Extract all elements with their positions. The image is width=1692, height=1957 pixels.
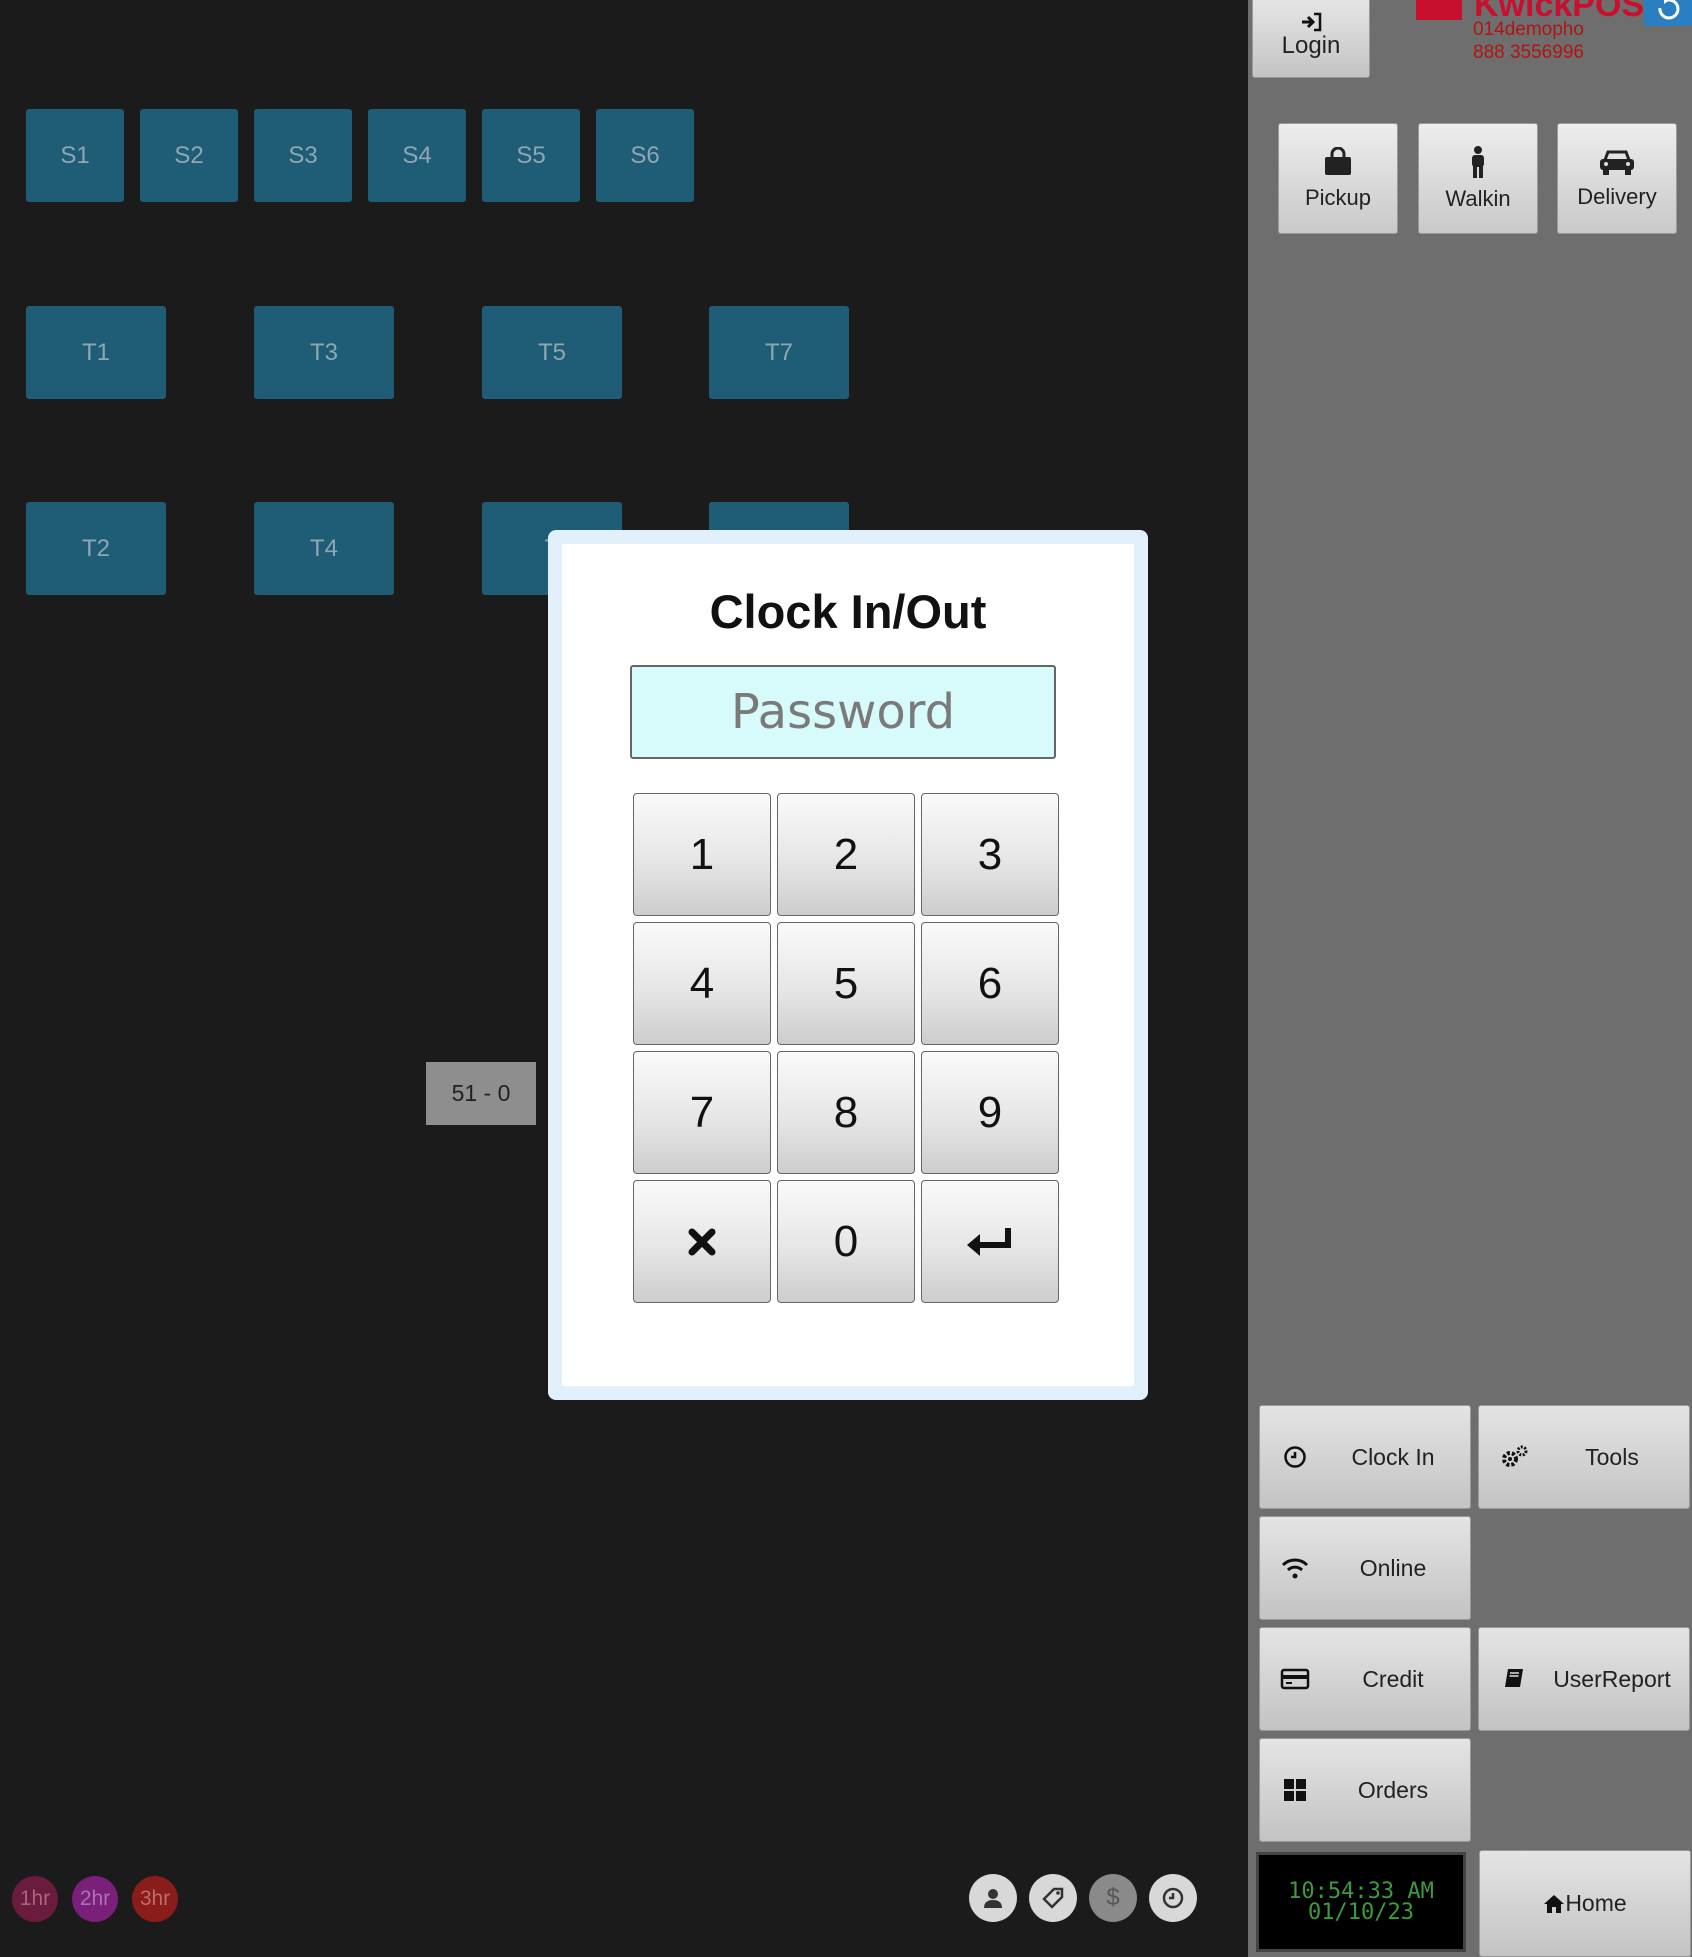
sync-button[interactable]	[1644, 0, 1692, 26]
orders-button[interactable]: Orders	[1259, 1738, 1471, 1842]
clock-in-button[interactable]: Clock In	[1259, 1405, 1471, 1509]
numeric-keypad: 1 2 3 4 5 6 7 8 9 0	[633, 793, 1061, 1303]
gears-icon	[1479, 1444, 1549, 1470]
pickup-button[interactable]: Pickup	[1278, 123, 1398, 234]
key-3[interactable]: 3	[921, 793, 1059, 916]
shopping-bag-icon	[1325, 146, 1351, 175]
seat-s1[interactable]: S1	[26, 109, 124, 202]
store-phone: 888 3556996	[1473, 42, 1584, 63]
clock-display: 10:54:33 AM 01/10/23	[1256, 1852, 1466, 1952]
table-t4[interactable]: T4	[254, 502, 394, 595]
seat-s3[interactable]: S3	[254, 109, 352, 202]
walkin-label: Walkin	[1445, 185, 1511, 211]
key-4[interactable]: 4	[633, 922, 771, 1045]
store-info: 014demopho 888 3556996	[1473, 18, 1584, 64]
seat-s4[interactable]: S4	[368, 109, 466, 202]
key-1[interactable]: 1	[633, 793, 771, 916]
clock-icon[interactable]	[1149, 1874, 1197, 1922]
dialog-body: Clock In/Out 1 2 3 4 5 6 7 8 9 0	[562, 544, 1134, 1386]
delivery-button[interactable]: Delivery	[1557, 123, 1677, 234]
key-8[interactable]: 8	[777, 1051, 915, 1174]
clock-icon	[1260, 1445, 1330, 1469]
refresh-icon	[1658, 0, 1680, 20]
user-icon[interactable]	[969, 1874, 1017, 1922]
clock-date: 01/10/23	[1308, 1900, 1414, 1925]
tag-icon[interactable]	[1029, 1874, 1077, 1922]
password-input[interactable]	[630, 665, 1056, 759]
tools-label: Tools	[1585, 1443, 1639, 1470]
user-report-label: UserReport	[1553, 1665, 1671, 1692]
key-6[interactable]: 6	[921, 922, 1059, 1045]
sign-in-icon	[1302, 12, 1322, 32]
wifi-icon	[1260, 1557, 1330, 1579]
table-t1[interactable]: T1	[26, 306, 166, 399]
dollar-icon[interactable]: $	[1089, 1874, 1137, 1922]
seat-count-label: 51 - 0	[426, 1062, 536, 1125]
timer-1hr-button[interactable]: 1hr	[12, 1876, 58, 1922]
pickup-label: Pickup	[1304, 184, 1372, 210]
login-label: Login	[1281, 32, 1341, 59]
seat-s6[interactable]: S6	[596, 109, 694, 202]
key-2[interactable]: 2	[777, 793, 915, 916]
clock-in-label: Clock In	[1351, 1443, 1435, 1470]
clear-key[interactable]	[633, 1180, 771, 1303]
grid-icon	[1260, 1778, 1330, 1802]
car-icon	[1600, 150, 1634, 175]
online-label: Online	[1359, 1554, 1427, 1581]
home-button[interactable]: Home	[1479, 1850, 1691, 1957]
orders-label: Orders	[1357, 1776, 1429, 1803]
table-t2[interactable]: T2	[26, 502, 166, 595]
key-7[interactable]: 7	[633, 1051, 771, 1174]
person-icon	[1472, 145, 1484, 178]
key-0[interactable]: 0	[777, 1180, 915, 1303]
seat-s5[interactable]: S5	[482, 109, 580, 202]
user-report-button[interactable]: UserReport	[1478, 1627, 1690, 1731]
dialog-title: Clock In/Out	[709, 585, 987, 638]
store-id: 014demopho	[1473, 19, 1584, 40]
tools-button[interactable]: Tools	[1478, 1405, 1690, 1509]
credit-card-icon	[1260, 1668, 1330, 1690]
enter-icon	[967, 1227, 1011, 1256]
table-t5[interactable]: T5	[482, 306, 622, 399]
timer-3hr-button[interactable]: 3hr	[132, 1876, 178, 1922]
delivery-label: Delivery	[1577, 183, 1657, 209]
seat-s2[interactable]: S2	[140, 109, 238, 202]
key-5[interactable]: 5	[777, 922, 915, 1045]
login-button[interactable]: Login	[1252, 0, 1370, 78]
clock-in-out-dialog: Clock In/Out 1 2 3 4 5 6 7 8 9 0	[548, 530, 1148, 1400]
table-t3[interactable]: T3	[254, 306, 394, 399]
book-icon	[1479, 1667, 1549, 1691]
table-t7[interactable]: T7	[709, 306, 849, 399]
enter-key[interactable]	[921, 1180, 1059, 1303]
credit-button[interactable]: Credit	[1259, 1627, 1471, 1731]
timer-2hr-button[interactable]: 2hr	[72, 1876, 118, 1922]
credit-label: Credit	[1362, 1665, 1424, 1692]
home-label: Home	[1565, 1890, 1627, 1916]
close-icon	[688, 1228, 716, 1255]
clock-time: 10:54:33 AM	[1288, 1879, 1434, 1904]
key-9[interactable]: 9	[921, 1051, 1059, 1174]
online-button[interactable]: Online	[1259, 1516, 1471, 1620]
home-icon	[1544, 1894, 1565, 1913]
walkin-button[interactable]: Walkin	[1418, 123, 1538, 234]
brand-logo	[1416, 0, 1462, 20]
